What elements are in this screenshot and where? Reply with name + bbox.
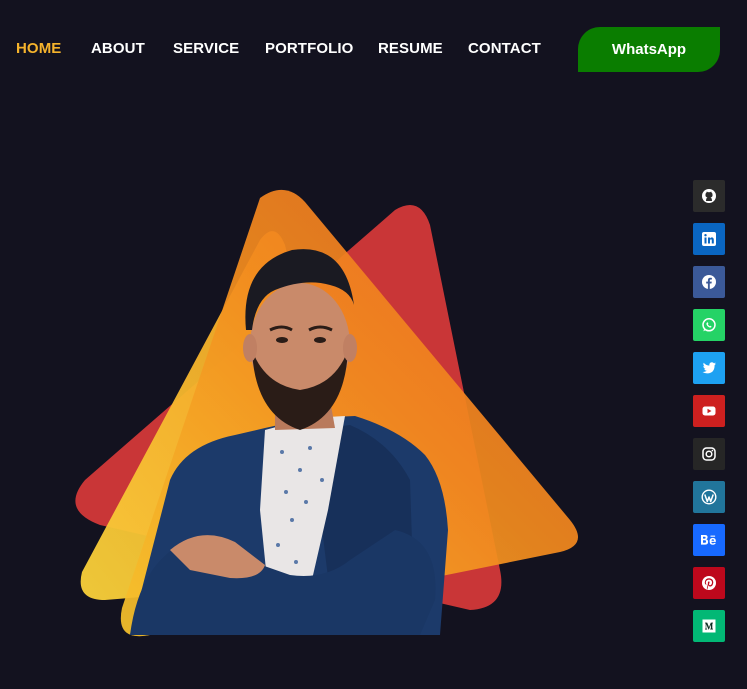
behance-button[interactable] xyxy=(693,524,725,556)
behance-icon xyxy=(701,535,716,545)
wordpress-button[interactable] xyxy=(693,481,725,513)
whatsapp-social-button[interactable] xyxy=(693,309,725,341)
nav-contact[interactable]: CONTACT xyxy=(468,40,541,57)
twitter-button[interactable] xyxy=(693,352,725,384)
nav-about[interactable]: ABOUT xyxy=(91,40,145,57)
github-button[interactable] xyxy=(693,180,725,212)
pinterest-icon xyxy=(702,576,716,590)
twitter-icon xyxy=(702,362,716,374)
medium-icon xyxy=(702,619,716,633)
whatsapp-button[interactable]: WhatsApp xyxy=(578,27,720,72)
facebook-icon xyxy=(702,275,716,289)
nav-portfolio[interactable]: PORTFOLIO xyxy=(265,40,353,57)
top-navigation: HOME ABOUT SERVICE PORTFOLIO RESUME CONT… xyxy=(0,0,747,96)
linkedin-button[interactable] xyxy=(693,223,725,255)
youtube-icon xyxy=(702,406,716,416)
whatsapp-icon xyxy=(702,318,716,332)
nav-resume[interactable]: RESUME xyxy=(378,40,443,57)
social-links xyxy=(693,180,725,653)
pinterest-button[interactable] xyxy=(693,567,725,599)
github-icon xyxy=(702,189,716,203)
nav-home[interactable]: HOME xyxy=(16,40,61,57)
youtube-button[interactable] xyxy=(693,395,725,427)
nav-service[interactable]: SERVICE xyxy=(173,40,239,57)
instagram-icon xyxy=(702,447,716,461)
facebook-button[interactable] xyxy=(693,266,725,298)
medium-button[interactable] xyxy=(693,610,725,642)
instagram-button[interactable] xyxy=(693,438,725,470)
hero-portrait xyxy=(60,180,585,640)
hero-illustration xyxy=(75,189,578,637)
linkedin-icon xyxy=(702,232,716,246)
wordpress-icon xyxy=(701,489,717,505)
